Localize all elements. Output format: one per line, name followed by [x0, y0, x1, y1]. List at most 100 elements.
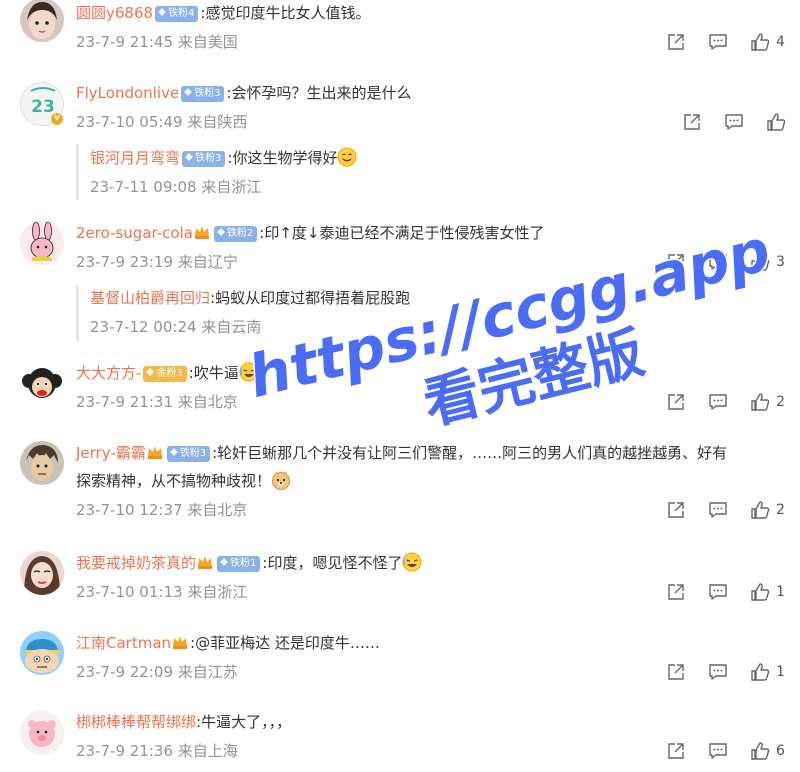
comment-actions: 1 — [644, 660, 786, 684]
username-link[interactable]: 圆圆y6868 — [76, 4, 153, 22]
comment-icon[interactable] — [724, 112, 744, 132]
comment-text: :牛逼大了，，， — [196, 713, 292, 731]
crown-icon — [198, 556, 213, 569]
comment-meta: 23-7-9 21:45 来自美国 — [76, 32, 238, 52]
comment-icon[interactable] — [708, 500, 728, 520]
comment-text: :@菲亚梅达 还是印度牛…… — [190, 634, 380, 652]
share-icon[interactable] — [666, 741, 686, 761]
like-count: 6 — [776, 743, 785, 759]
laugh-emoji-icon — [402, 552, 422, 572]
fan-badge: 铁粉3 — [182, 151, 226, 167]
reply-meta: 23-7-11 09:08 来自浙江 — [90, 177, 261, 197]
comment-meta: 23-7-9 22:09 来自江苏 — [76, 662, 238, 682]
avatar[interactable] — [20, 441, 64, 485]
share-icon[interactable] — [666, 252, 686, 272]
location: 来自北京 — [187, 501, 248, 519]
comment-actions: 6 — [644, 739, 786, 763]
comment-meta: 23-7-10 05:49 来自陕西 — [76, 112, 247, 132]
comment-meta: 23-7-9 23:19 来自辽宁 — [76, 252, 238, 272]
username-link[interactable]: 我要戒掉奶茶真的 — [76, 554, 196, 572]
crown-icon — [147, 446, 162, 459]
like-icon[interactable] — [750, 741, 770, 761]
comment-actions — [660, 110, 786, 134]
reply-meta: 23-7-12 00:24 来自云南 — [90, 317, 261, 337]
comment-icon[interactable] — [708, 741, 728, 761]
timestamp: 23-7-9 21:36 — [76, 742, 173, 760]
like-icon[interactable] — [750, 252, 770, 272]
fan-badge: 铁粉4 — [155, 6, 199, 22]
share-icon[interactable] — [666, 582, 686, 602]
fan-badge: 金粉3 — [143, 366, 187, 382]
reply-username-link[interactable]: 基督山柏爵再回归 — [90, 289, 210, 307]
share-icon[interactable] — [666, 392, 686, 412]
avatar[interactable] — [20, 551, 64, 595]
timestamp: 23-7-9 22:09 — [76, 663, 173, 681]
reply-body: 基督山柏爵再回归:蚂蚁从印度过都得捂着屁股跑 — [90, 287, 410, 309]
comment-actions: 1 — [644, 580, 786, 604]
like-icon[interactable] — [750, 392, 770, 412]
share-icon[interactable] — [666, 500, 686, 520]
avatar[interactable] — [20, 0, 64, 42]
reply-text: :你这生物学得好 — [227, 149, 338, 167]
comment-icon[interactable] — [708, 582, 728, 602]
comment-icon[interactable] — [708, 252, 728, 272]
comment-body-line2: 探索精神，从不搞物种歧视！ — [76, 470, 291, 492]
comment-text: :印度，嗯见怪不怪了 — [262, 554, 403, 572]
like-icon[interactable] — [750, 582, 770, 602]
like-count: 2 — [776, 394, 785, 410]
fan-badge: 铁粉3 — [166, 446, 211, 462]
share-icon[interactable] — [666, 662, 686, 682]
fan-badge: 铁粉1 — [217, 556, 261, 572]
comment-meta: 23-7-9 21:31 来自北京 — [76, 392, 238, 412]
comment-body: 梆梆棒棒帮帮绑绑:牛逼大了，，， — [76, 711, 291, 733]
timestamp: 23-7-10 12:37 — [76, 501, 183, 519]
comment-body: FlyLondonlive 铁粉3:会怀孕吗？生出来的是什么 — [76, 82, 412, 104]
comment-actions: 4 — [644, 30, 786, 54]
comment-icon[interactable] — [708, 32, 728, 52]
comment-actions: 2 — [644, 390, 786, 414]
watermark-caption: 看完整版 — [417, 320, 650, 437]
location: 来自云南 — [201, 318, 262, 336]
location: 来自陕西 — [187, 113, 248, 131]
username-link[interactable]: Jerry-霸霸 — [76, 444, 146, 462]
username-link[interactable]: 2ero-sugar-cola — [76, 224, 193, 242]
verified-icon: v — [50, 112, 64, 126]
avatar[interactable] — [20, 631, 64, 675]
comment-body: 大大方方- 金粉3:吹牛逼 — [76, 362, 259, 384]
comment-icon[interactable] — [708, 662, 728, 682]
watermark-overlay: https://ccgg.app 看完整版 — [240, 214, 778, 445]
username-link[interactable]: 大大方方- — [76, 364, 141, 382]
crown-icon — [173, 636, 188, 649]
like-count: 4 — [776, 34, 785, 50]
like-icon[interactable] — [750, 32, 770, 52]
comment-meta: 23-7-10 01:13 来自浙江 — [76, 582, 247, 602]
comment-icon[interactable] — [708, 392, 728, 412]
laugh-emoji-icon — [239, 362, 259, 382]
avatar[interactable] — [20, 711, 64, 755]
timestamp: 23-7-11 09:08 — [90, 178, 197, 196]
smile-emoji-icon — [337, 147, 357, 167]
avatar[interactable] — [20, 221, 64, 265]
comment-text: :轮奸巨蜥那几个并没有让阿三们警醒，……阿三的男人们真的越挫越勇、好有 — [212, 444, 728, 462]
username-link[interactable]: FlyLondonlive — [76, 84, 179, 102]
avatar[interactable] — [20, 361, 64, 405]
watermark-url: https://ccgg.app — [242, 216, 777, 411]
like-icon[interactable] — [750, 662, 770, 682]
fan-badge: 铁粉3 — [181, 86, 225, 102]
reply-text: :蚂蚁从印度过都得捂着屁股跑 — [210, 289, 411, 307]
like-icon[interactable] — [766, 112, 786, 132]
comment-body: 我要戒掉奶茶真的 铁粉1:印度，嗯见怪不怪了 — [76, 552, 422, 574]
location: 来自浙江 — [187, 583, 248, 601]
username-link[interactable]: 江南Cartman — [76, 634, 171, 652]
timestamp: 23-7-10 05:49 — [76, 113, 183, 131]
share-icon[interactable] — [682, 112, 702, 132]
share-icon[interactable] — [666, 32, 686, 52]
like-count: 1 — [776, 584, 785, 600]
comment-body: 圆圆y6868 铁粉4:感觉印度牛比女人值钱。 — [76, 2, 371, 24]
reply-username-link[interactable]: 银河月月弯弯 — [90, 149, 180, 167]
username-link[interactable]: 梆梆棒棒帮帮绑绑 — [76, 713, 196, 731]
location: 来自辽宁 — [177, 253, 238, 271]
comment-text: :会怀孕吗？生出来的是什么 — [226, 84, 412, 102]
like-icon[interactable] — [750, 500, 770, 520]
fan-badge: 铁粉2 — [213, 226, 258, 242]
